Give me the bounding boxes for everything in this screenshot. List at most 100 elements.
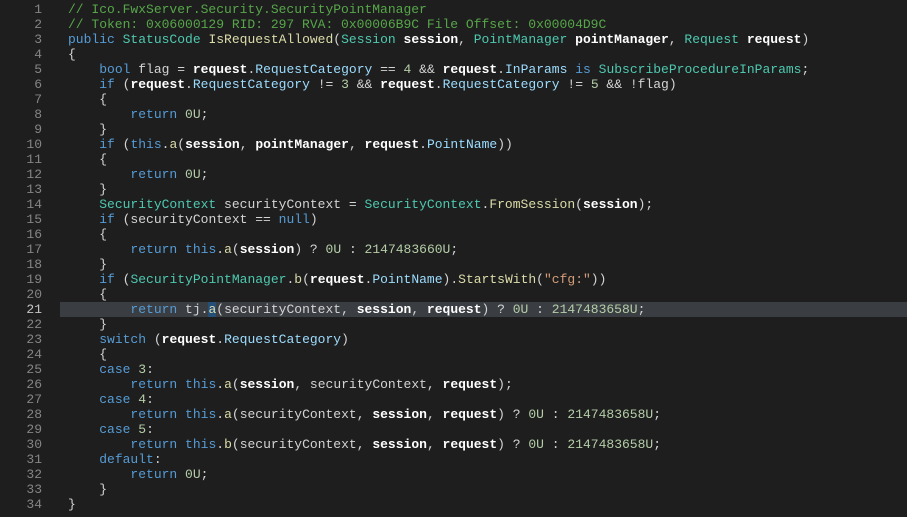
code-line[interactable]: { [68,227,907,242]
token: session [357,302,412,317]
token: { [99,227,107,242]
token: pointManager [575,32,669,47]
code-line[interactable]: return 0U; [68,167,907,182]
token [115,32,123,47]
code-line[interactable]: if (SecurityPointManager.b(request.Point… [68,272,907,287]
token: { [68,47,76,62]
token: if [99,272,115,287]
code-line[interactable]: bool flag = request.RequestCategory == 4… [68,62,907,77]
code-line[interactable]: case 3: [68,362,907,377]
token: { [99,92,107,107]
token: default [99,452,154,467]
code-line[interactable]: return this.a(securityContext, session, … [68,407,907,422]
code-line[interactable]: return this.b(securityContext, session, … [68,437,907,452]
code-line[interactable]: case 5: [68,422,907,437]
token [177,467,185,482]
token: Session [341,32,396,47]
token: flag = [130,62,192,77]
code-line[interactable]: if (this.a(session, pointManager, reques… [68,137,907,152]
code-line[interactable]: } [68,317,907,332]
token: (securityContext, [232,437,372,452]
code-line[interactable]: return this.a(session) ? 0U : 2147483660… [68,242,907,257]
token: return [130,467,177,482]
code-line[interactable]: switch (request.RequestCategory) [68,332,907,347]
token: . [419,137,427,152]
token: ) [341,332,349,347]
code-line[interactable]: return 0U; [68,467,907,482]
token: session [240,242,295,257]
token: request [443,377,498,392]
code-line[interactable]: { [68,287,907,302]
token: ); [638,197,654,212]
token: session [240,377,295,392]
token: 0U [528,437,544,452]
token: ( [333,32,341,47]
line-number: 7 [10,92,42,107]
token: && [411,62,442,77]
code-line[interactable]: return 0U; [68,107,907,122]
code-line[interactable]: // Ico.FwxServer.Security.SecurityPointM… [68,2,907,17]
token: return [130,242,177,257]
token: this [185,242,216,257]
token [396,32,404,47]
code-line[interactable]: return this.a(session, securityContext, … [68,377,907,392]
code-line[interactable]: if (request.RequestCategory != 3 && requ… [68,77,907,92]
code-line[interactable]: { [68,347,907,362]
line-number: 32 [10,467,42,482]
token: ) ? [497,407,528,422]
code-line[interactable]: default: [68,452,907,467]
token: } [99,482,107,497]
code-line[interactable]: case 4: [68,392,907,407]
token: } [99,257,107,272]
token: InParams [505,62,567,77]
code-area[interactable]: // Ico.FwxServer.Security.SecurityPointM… [60,0,907,517]
code-line[interactable]: } [68,482,907,497]
token: session [372,437,427,452]
token: (securityContext == [115,212,279,227]
code-line[interactable]: SecurityContext securityContext = Securi… [68,197,907,212]
token: tj. [177,302,208,317]
code-line[interactable]: public StatusCode IsRequestAllowed(Sessi… [68,32,907,47]
token [177,407,185,422]
token [177,107,185,122]
token: SubscribeProcedureInParams [599,62,802,77]
token: return [130,107,177,122]
code-line[interactable]: { [68,92,907,107]
token [177,377,185,392]
token: PointName [372,272,442,287]
token: session [404,32,459,47]
line-number: 25 [10,362,42,377]
token: is [575,62,591,77]
code-line[interactable]: } [68,182,907,197]
token: ; [201,107,209,122]
code-line[interactable]: { [68,47,907,62]
code-line[interactable]: if (securityContext == null) [68,212,907,227]
line-number: 18 [10,257,42,272]
code-line[interactable]: } [68,122,907,137]
token: a [224,242,232,257]
token: b [224,437,232,452]
token: 3 [138,362,146,377]
token: case [99,392,130,407]
token: : [544,407,567,422]
token: session [372,407,427,422]
code-line[interactable]: // Token: 0x06000129 RID: 297 RVA: 0x000… [68,17,907,32]
token: StartsWith [458,272,536,287]
code-line[interactable]: return tj.a(securityContext, session, re… [60,302,907,317]
token: IsRequestAllowed [208,32,333,47]
token: PointName [427,137,497,152]
line-number: 23 [10,332,42,347]
token [177,437,185,452]
token: RequestCategory [224,332,341,347]
token: this [130,137,161,152]
code-line[interactable]: } [68,257,907,272]
code-line[interactable]: { [68,152,907,167]
token: ). [443,272,459,287]
line-number: 5 [10,62,42,77]
code-line[interactable]: } [68,497,907,512]
code-editor[interactable]: 1234567891011121314151617181920212223242… [0,0,907,517]
token: Request [684,32,739,47]
token: ( [115,137,131,152]
token [739,32,747,47]
token: ( [232,377,240,392]
